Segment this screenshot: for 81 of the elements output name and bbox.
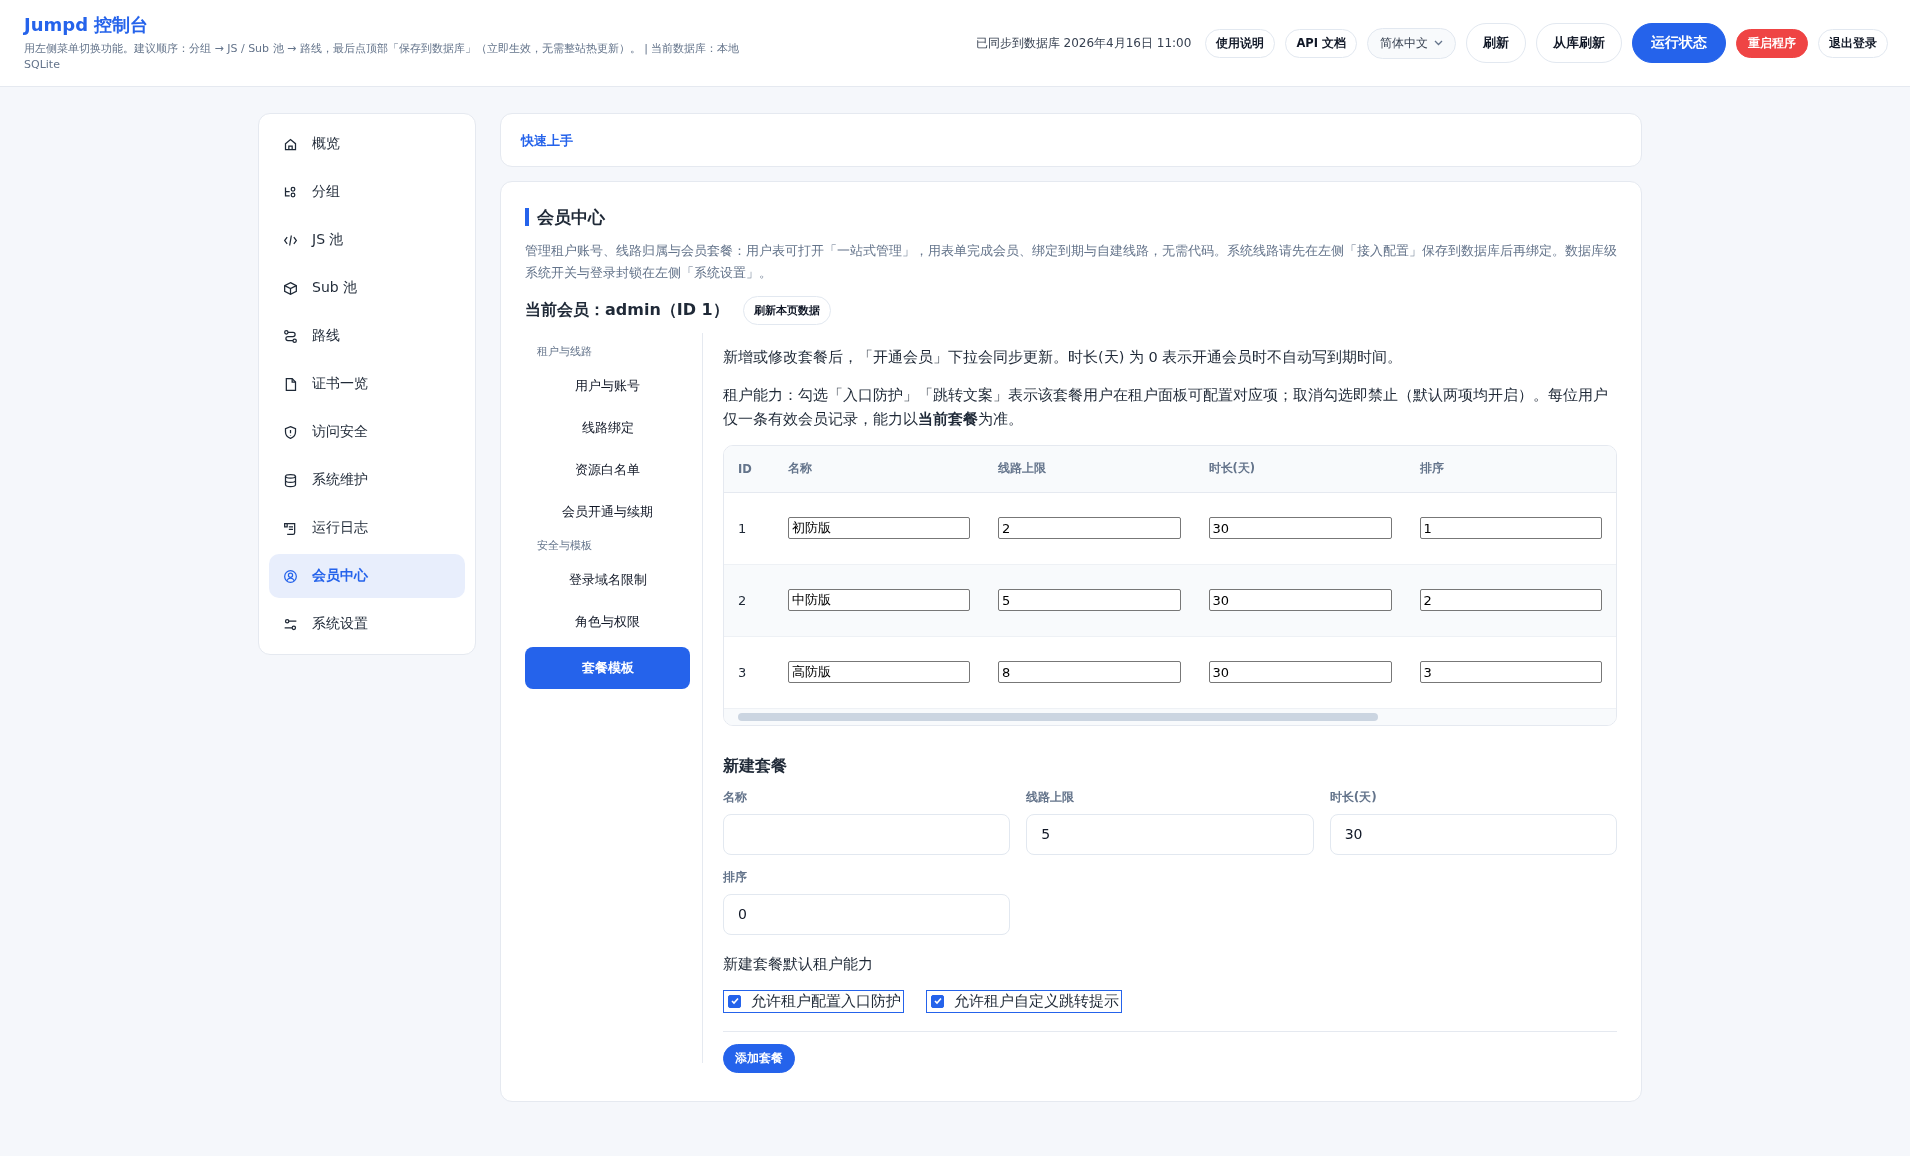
capability-checkbox[interactable]: 允许租户自定义跳转提示 <box>926 989 1122 1013</box>
cell-input[interactable]: 2 <box>1419 589 1602 611</box>
subnav-heading: 租户与线路 <box>536 344 593 359</box>
field-label: 名称 <box>723 788 748 806</box>
table-cell: 3 <box>724 636 774 708</box>
section-title: 会员中心 <box>525 208 1617 226</box>
column-header: 名称 <box>773 446 985 492</box>
sliders-icon <box>283 616 298 632</box>
app-subtitle: 用左侧菜单切换功能。建议顺序：分组 → JS / Sub 池 → 路线，最后点顶部「保存到数据库」（立即生效，无需整站热更新）。 | 当前数据库：本地 SQLite <box>24 41 741 73</box>
field-label: 排序 <box>723 868 748 886</box>
subnav-item[interactable]: 登录域名限制 <box>525 559 690 601</box>
add-plan-button[interactable]: 添加套餐 <box>723 1043 795 1073</box>
cell-input[interactable]: 2 <box>998 517 1181 539</box>
checkbox[interactable] <box>931 994 944 1008</box>
subnav-item[interactable]: 资源白名单 <box>525 449 690 491</box>
field-label: 时长(天) <box>1329 788 1378 806</box>
language-select[interactable]: 简体中文 <box>1367 27 1456 59</box>
header-button[interactable]: 退出登录 <box>1818 28 1888 58</box>
sidebar-item[interactable]: 概览 <box>269 122 465 166</box>
sidebar-item[interactable]: 分组 <box>269 170 465 214</box>
current-member: 当前会员：admin（ID 1） <box>525 300 729 321</box>
cell-input[interactable]: 中防版 <box>787 589 971 611</box>
capability-checkbox[interactable]: 允许租户配置入口防护 <box>723 989 904 1013</box>
shield-icon <box>283 424 298 440</box>
sidebar-item[interactable]: 会员中心 <box>269 554 465 598</box>
cell-input[interactable]: 8 <box>998 661 1181 683</box>
header-button[interactable]: 从库刷新 <box>1536 23 1622 63</box>
quick-start-link[interactable]: 快速上手 <box>521 133 573 148</box>
subnav-item[interactable]: 会员开通与续期 <box>525 491 690 533</box>
sidebar-item[interactable]: 运行日志 <box>269 506 465 550</box>
column-header: 排序 <box>1405 446 1616 492</box>
subnav-heading: 安全与模板 <box>536 538 593 553</box>
user-icon <box>283 568 298 584</box>
sidebar-item[interactable]: 系统维护 <box>269 458 465 502</box>
subnav-item[interactable]: 角色与权限 <box>525 601 690 643</box>
subnav-item[interactable]: 用户与账号 <box>525 365 690 407</box>
field-label: 线路上限 <box>1026 788 1076 806</box>
subnav-item[interactable]: 套餐模板 <box>525 647 690 689</box>
header-button[interactable]: 使用说明 <box>1205 28 1276 58</box>
cell-input[interactable]: 高防版 <box>787 661 971 683</box>
sync-status: 已同步到数据库 2026年4月16日 11:00 <box>975 34 1192 52</box>
column-header: 时长(天) <box>1194 446 1406 492</box>
table-cell: 1 <box>724 492 774 564</box>
app-title: Jumpd 控制台 <box>24 13 150 37</box>
help-text: 租户能力：勾选「入口防护」「跳转文案」表示该套餐用户在租户面板可配置对应项；取消勾选即禁止（默认两项均开启）。每位用户仅一条有效会员记录，能力以当前套餐为准。 <box>723 386 1609 429</box>
cell-input[interactable]: 30 <box>1208 517 1392 539</box>
section-description: 管理租户账号、线路归属与会员套餐：用户表可打开「一站式管理」，用表单完成会员、绑定到期与自建线路，无需代码。系统线路请先在左侧「接入配置」保存到数据库后再绑定。数据库级系统开关与登录封锁在左侧「系统设置」。 <box>525 242 1617 282</box>
db-icon <box>283 472 298 488</box>
sidebar-item[interactable]: 证书一览 <box>269 362 465 406</box>
input-field[interactable]: 30 <box>1329 813 1617 855</box>
checkbox[interactable] <box>728 994 741 1008</box>
home-icon <box>283 136 298 152</box>
chevron-down-icon <box>1434 40 1443 46</box>
form-title: 新建套餐 <box>723 755 788 777</box>
sidebar-item[interactable]: 访问安全 <box>269 410 465 454</box>
sidebar-item[interactable]: 系统设置 <box>269 602 465 646</box>
input-field[interactable]: 0 <box>723 893 1011 935</box>
cell-input[interactable]: 1 <box>1419 517 1602 539</box>
cell-input[interactable]: 3 <box>1419 661 1602 683</box>
table-cell: 2 <box>724 564 774 636</box>
column-header: 线路上限 <box>984 446 1195 492</box>
cell-input[interactable]: 30 <box>1208 589 1392 611</box>
capabilities-title: 新建套餐默认租户能力 <box>723 954 874 974</box>
header-button[interactable]: 重启程序 <box>1736 28 1808 58</box>
column-header: ID <box>724 446 774 492</box>
box-icon <box>283 280 298 296</box>
input-field[interactable] <box>723 813 1011 855</box>
subnav-item[interactable]: 线路绑定 <box>525 407 690 449</box>
header-button[interactable]: API 文档 <box>1285 28 1357 58</box>
sidebar-item[interactable]: 路线 <box>269 314 465 358</box>
header-button[interactable]: 运行状态 <box>1632 23 1726 63</box>
sidebar-item[interactable]: Sub 池 <box>269 266 465 310</box>
input-field[interactable]: 5 <box>1026 813 1314 855</box>
help-text: 新增或修改套餐后，「开通会员」下拉会同步更新。时长(天) 为 0 表示开通会员时不自动写到期时间。 <box>723 348 1404 367</box>
cell-input[interactable]: 30 <box>1208 661 1392 683</box>
sidebar-item[interactable]: JS 池 <box>269 218 465 262</box>
refresh-page-button[interactable]: 刷新本页数据 <box>742 296 831 325</box>
route-icon <box>283 328 298 344</box>
cell-input[interactable]: 5 <box>998 589 1181 611</box>
header-button[interactable]: 刷新 <box>1466 23 1526 63</box>
cell-input[interactable]: 初防版 <box>787 517 971 539</box>
